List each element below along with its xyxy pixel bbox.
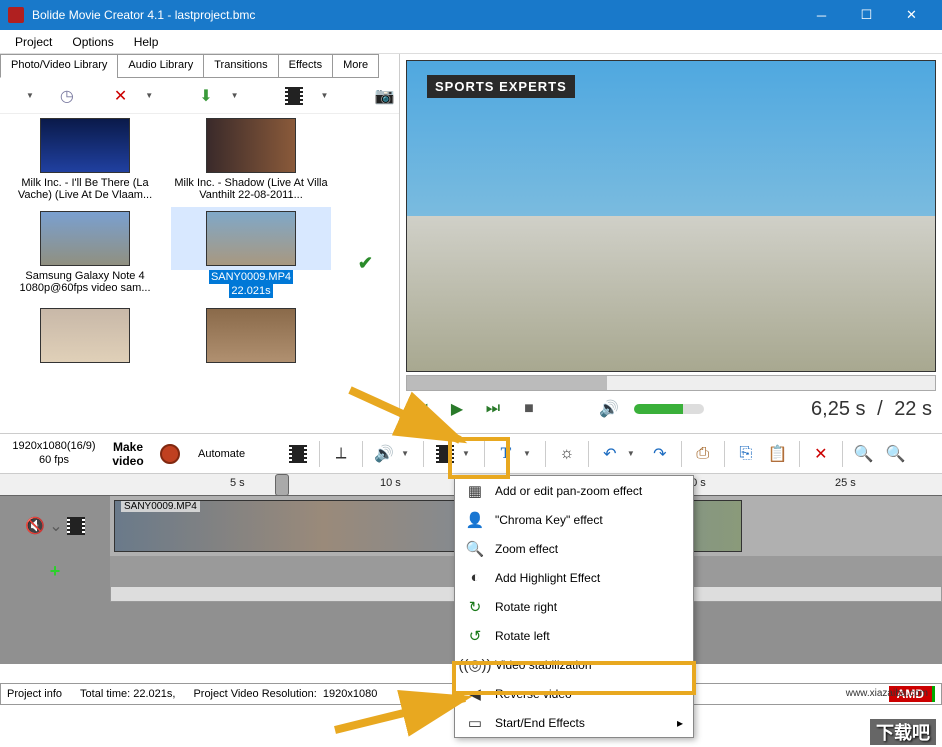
film-button[interactable] [285,84,303,108]
clip-label: SANY0009.MP4 [121,501,200,512]
watermark-url: www.xiazaiba.com [846,688,928,699]
mute-icon[interactable]: 🔇 [25,516,45,536]
recent-button[interactable]: ◷ [60,84,74,108]
current-time: 6,25 s [811,398,865,420]
zoom-out-button[interactable]: 🔍 [851,441,877,467]
titlebar: Bolide Movie Creator 4.1 - lastproject.b… [0,0,942,30]
volume-icon[interactable]: 🔊 [598,398,620,420]
add-track-button[interactable]: + [50,561,61,582]
total-time: 22 s [894,398,932,420]
menu-project[interactable]: Project [5,32,62,52]
preview-banner: SPORTS EXPERTS [427,75,575,98]
library-item-caption: Milk Inc. - Shadow (Live At Villa Vanthi… [171,177,331,201]
time-separator: / [877,398,883,420]
collapse-icon[interactable]: ⌄ [49,516,62,536]
copy-button[interactable]: ⎘ [733,441,759,467]
paste-button[interactable]: 📋 [765,441,791,467]
library-item-duration: 22.021s [229,284,272,298]
volume-slider[interactable] [634,404,704,414]
automate-button[interactable]: Automate [190,444,253,464]
watermark-logo: 下载吧 [870,719,936,745]
menu-rotate-right[interactable]: ↻Rotate right [455,592,693,621]
annotation-arrow-1 [340,380,480,460]
tab-transitions[interactable]: Transitions [203,54,278,78]
zoom-icon: 🔍 [465,539,485,559]
menu-options[interactable]: Options [62,32,123,52]
library-item-caption: SANY0009.MP4 [209,270,293,284]
highlight-icon: ◐ [465,568,485,588]
playback-controls: ⏮ ▶ ⏭ ■ 🔊 6,25 s / 22 s [406,391,936,427]
text-button[interactable]: T [493,441,519,467]
status-projectinfo: Project info [7,688,62,700]
menu-rotate-left[interactable]: ↺Rotate left [455,621,693,650]
menu-video-stabilization[interactable]: ((◎))Video stabilization [455,650,693,679]
film-icon [67,517,85,535]
brightness-button[interactable]: ☼ [554,441,580,467]
undo-button[interactable]: ↶ [597,441,623,467]
menu-start-end-effects[interactable]: ▭Start/End Effects▸ [455,708,693,737]
library-item[interactable]: Milk Inc. - I'll Be There (La Vache) (Li… [5,114,165,201]
delete-button[interactable]: ✕ [114,84,127,108]
library-tabs: Photo/Video Library Audio Library Transi… [0,54,399,78]
rotate-right-icon: ↻ [465,597,485,617]
video-track-header: 🔇 ⌄ [0,496,110,556]
minimize-button[interactable]: ─ [799,0,844,30]
tab-audio-library[interactable]: Audio Library [117,54,204,78]
record-button[interactable] [160,444,180,464]
library-item[interactable] [171,304,331,367]
tab-effects[interactable]: Effects [278,54,333,78]
video-preview[interactable]: SPORTS EXPERTS [406,60,936,372]
library-item[interactable]: Milk Inc. - Shadow (Live At Villa Vanthi… [171,114,331,201]
library-item[interactable] [5,304,165,367]
menu-help[interactable]: Help [124,32,169,52]
menubar: Project Options Help [0,30,942,54]
stop-button[interactable]: ■ [518,398,540,420]
window-title: Bolide Movie Creator 4.1 - lastproject.b… [32,8,799,22]
make-video-button[interactable]: Make video [106,438,150,470]
save-snapshot-button[interactable]: ⎙ [690,441,716,467]
tab-photo-video-library[interactable]: Photo/Video Library [0,54,118,78]
rotate-left-icon: ↺ [465,626,485,646]
webcam-button[interactable]: 📷 [374,84,394,108]
close-button[interactable]: ✕ [889,0,934,30]
delete-clip-button[interactable]: ✕ [808,441,834,467]
download-button[interactable]: ⬇ [199,84,212,108]
library-item-caption: Samsung Galaxy Note 4 1080p@60fps video … [5,270,165,294]
menu-pan-zoom[interactable]: ▦Add or edit pan-zoom effect [455,476,693,505]
project-resolution-info: 1920x1080(16/9) 60 fps [8,440,100,466]
zoom-in-button[interactable]: 🔍 [883,441,909,467]
library-item[interactable]: Samsung Galaxy Note 4 1080p@60fps video … [5,207,165,298]
chromakey-icon: 👤 [465,510,485,530]
annotation-arrow-2 [325,690,485,740]
menu-zoom-effect[interactable]: 🔍Zoom effect [455,534,693,563]
library-panel: Photo/Video Library Audio Library Transi… [0,54,400,433]
menu-reverse-video[interactable]: ◀Reverse video [455,679,693,708]
next-frame-button[interactable]: ⏭ [482,398,504,420]
panzoom-icon: ▦ [465,481,485,501]
submenu-arrow-icon: ▸ [677,716,683,730]
preview-panel: SPORTS EXPERTS ⏮ ▶ ⏭ ■ 🔊 6,25 s / 22 s [400,54,942,433]
library-toolbar: ▼ ◷ ✕▼ ⬇▼ ▼ 📷 [0,78,399,114]
menu-chroma-key[interactable]: 👤"Chroma Key" effect [455,505,693,534]
split-button[interactable] [285,441,311,467]
library-item-selected[interactable]: ✔ SANY0009.MP4 22.021s [171,207,331,298]
app-icon [8,7,24,23]
menu-highlight-effect[interactable]: ◐Add Highlight Effect [455,563,693,592]
maximize-button[interactable]: ☐ [844,0,889,30]
preview-seekbar[interactable] [406,375,936,391]
video-effects-dropdown: ▦Add or edit pan-zoom effect 👤"Chroma Ke… [454,475,694,738]
library-item-caption: Milk Inc. - I'll Be There (La Vache) (Li… [5,177,165,201]
playhead[interactable] [275,474,289,496]
tab-more[interactable]: More [332,54,379,78]
redo-button[interactable]: ↷ [647,441,673,467]
stabilization-icon: ((◎)) [465,655,485,675]
check-icon: ✔ [358,253,373,274]
